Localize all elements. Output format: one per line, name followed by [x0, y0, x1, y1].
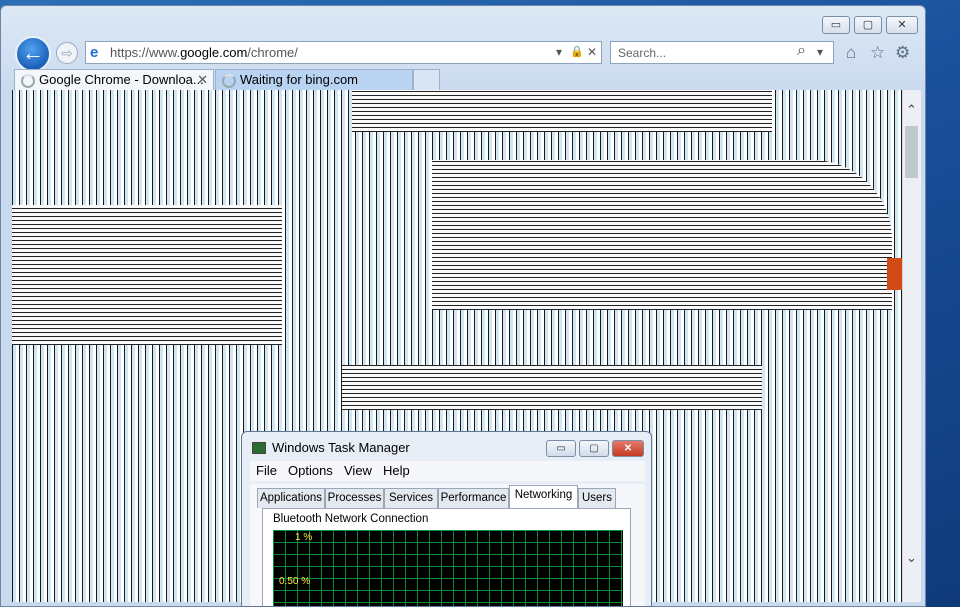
- minimize-button[interactable]: ▭: [822, 16, 850, 34]
- stop-icon[interactable]: ✕: [587, 45, 597, 59]
- tm-minimize-button[interactable]: ▭: [546, 440, 576, 457]
- close-tab-icon[interactable]: ✕: [197, 70, 208, 90]
- address-dropdown-icon[interactable]: ▾: [556, 45, 562, 59]
- task-manager-icon: [252, 442, 266, 454]
- artifact-band: [342, 365, 762, 410]
- desktop: ▭ ▢ ✕ ← ⇨ e https://www.google.com/chrom…: [0, 0, 960, 607]
- menu-help[interactable]: Help: [383, 463, 410, 478]
- graph-title: Bluetooth Network Connection: [273, 513, 429, 525]
- search-icon[interactable]: ⌕: [797, 42, 806, 60]
- forward-arrow-icon: ⇨: [61, 45, 73, 61]
- search-box[interactable]: Search... ⌕ ▾: [610, 41, 834, 64]
- tm-close-button[interactable]: ✕: [612, 440, 644, 457]
- menu-view[interactable]: View: [344, 463, 372, 478]
- orange-element: [887, 258, 902, 290]
- url-text: https://www.google.com/chrome/: [110, 45, 298, 60]
- tab-users[interactable]: Users: [578, 488, 616, 508]
- graph-label-max: 1 %: [295, 532, 313, 543]
- back-button[interactable]: ←: [15, 36, 51, 72]
- lock-icon[interactable]: 🔒: [570, 45, 584, 58]
- scroll-thumb[interactable]: [905, 126, 918, 178]
- menu-bar: File Options View Help: [250, 461, 645, 481]
- tab-processes[interactable]: Processes: [325, 488, 384, 508]
- back-arrow-icon: ←: [22, 40, 44, 65]
- tab-label: Waiting for bing.com: [240, 72, 359, 87]
- loading-spinner-icon: [21, 74, 35, 88]
- loading-spinner-icon: [222, 74, 236, 88]
- scroll-down-icon[interactable]: ⌄: [906, 550, 917, 566]
- tab-networking[interactable]: Networking: [509, 485, 578, 509]
- task-manager-title: Windows Task Manager: [272, 440, 410, 455]
- favorites-star-icon[interactable]: ☆: [870, 43, 885, 63]
- graph-label-mid: 0.50 %: [279, 576, 311, 587]
- tab-applications[interactable]: Applications: [257, 488, 325, 508]
- new-tab-button[interactable]: [413, 69, 440, 91]
- forward-button[interactable]: ⇨: [56, 42, 78, 64]
- menu-options[interactable]: Options: [288, 463, 333, 478]
- address-bar[interactable]: e https://www.google.com/chrome/ ▾ 🔒 ✕: [85, 41, 602, 64]
- vertical-scrollbar[interactable]: ⌃ ⌄: [902, 90, 921, 602]
- maximize-button[interactable]: ▢: [854, 16, 882, 34]
- artifact-band: [12, 205, 282, 345]
- network-graph: 1 % 0.50 %: [273, 530, 623, 606]
- ie-logo-icon: e: [90, 44, 99, 61]
- tab-google-chrome[interactable]: Google Chrome - Downloa... ✕: [14, 69, 214, 91]
- search-dropdown-icon[interactable]: ▾: [817, 45, 823, 59]
- menu-file[interactable]: File: [256, 463, 277, 478]
- scroll-up-icon[interactable]: ⌃: [906, 102, 917, 118]
- home-icon[interactable]: ⌂: [846, 43, 856, 63]
- artifact-band: [432, 160, 892, 310]
- close-button[interactable]: ✕: [886, 16, 918, 34]
- task-manager-tabs: Applications Processes Services Performa…: [250, 484, 645, 606]
- tab-services[interactable]: Services: [384, 488, 438, 508]
- tab-label: Google Chrome - Downloa...: [39, 72, 204, 87]
- tm-maximize-button[interactable]: ▢: [579, 440, 609, 457]
- settings-gear-icon[interactable]: ⚙: [895, 43, 910, 63]
- search-placeholder: Search...: [618, 46, 667, 60]
- networking-panel: Bluetooth Network Connection 1 % 0.50 %: [262, 508, 631, 606]
- artifact-band: [352, 90, 772, 132]
- tab-bing[interactable]: Waiting for bing.com: [215, 69, 413, 91]
- tab-performance[interactable]: Performance: [438, 488, 509, 508]
- task-manager-window: Windows Task Manager ▭ ▢ ✕ File Options …: [241, 431, 652, 607]
